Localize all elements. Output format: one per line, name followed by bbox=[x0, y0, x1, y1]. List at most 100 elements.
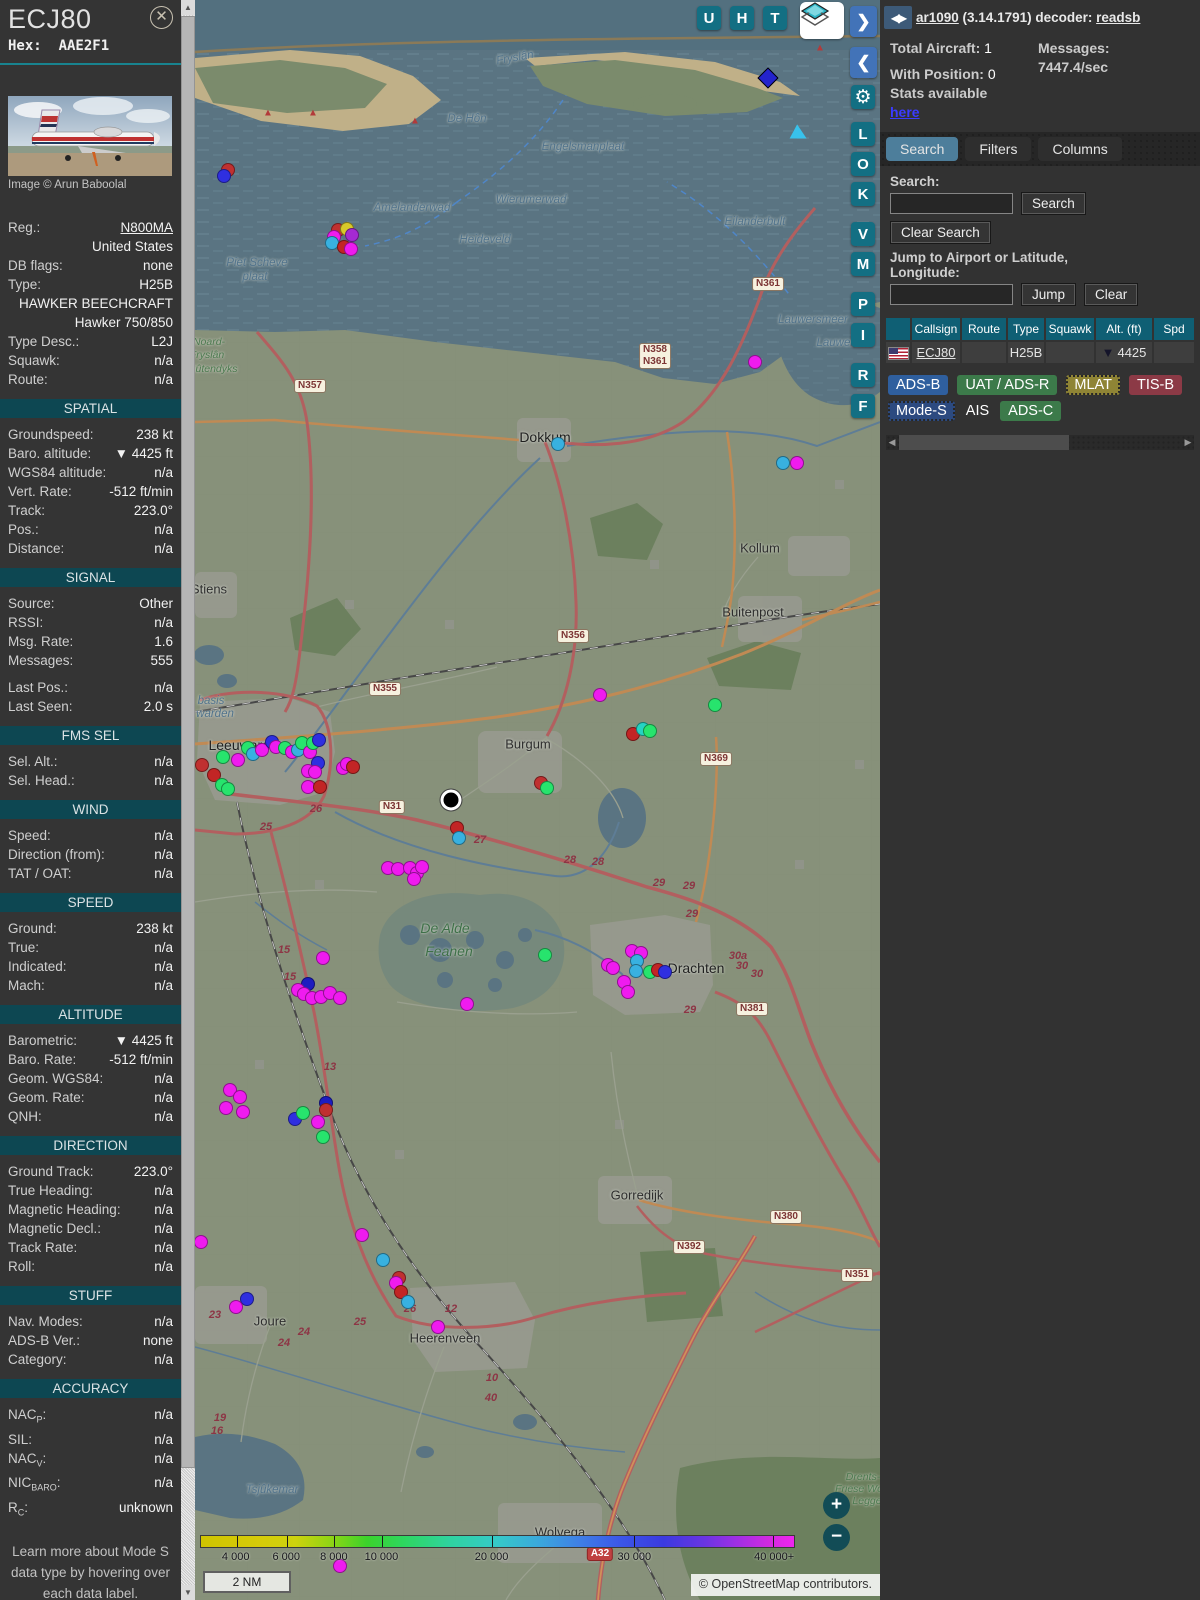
scroll-right-icon[interactable]: ▶ bbox=[1182, 435, 1194, 450]
settings-button[interactable]: ⚙ bbox=[851, 85, 875, 109]
map-button-H[interactable]: H bbox=[730, 6, 754, 30]
aircraft-detail-sidebar: ECJ80 ✕ Hex: AAE2F1 Image © Arun Baboola… bbox=[0, 0, 181, 1600]
map-button-T[interactable]: T bbox=[763, 6, 787, 30]
scroll-up-icon[interactable]: ▲ bbox=[181, 0, 195, 15]
sidebar-scrollbar[interactable]: ▲ ▼ bbox=[181, 0, 195, 1600]
aircraft-dot[interactable] bbox=[460, 997, 474, 1011]
tab-columns[interactable]: Columns bbox=[1038, 137, 1122, 161]
data-row: Last Pos.: n/a bbox=[8, 680, 173, 695]
map-button-P[interactable]: P bbox=[851, 292, 875, 316]
aircraft-dot[interactable] bbox=[452, 831, 466, 845]
zoom-in-button[interactable]: + bbox=[823, 1492, 850, 1519]
column-header-Type[interactable]: Type bbox=[1008, 318, 1044, 340]
registration-link[interactable]: N800MA bbox=[40, 218, 173, 237]
map-button-M[interactable]: M bbox=[851, 252, 875, 276]
aircraft-dot[interactable] bbox=[643, 724, 657, 738]
aircraft-dot[interactable] bbox=[748, 355, 762, 369]
panel-toggle-button[interactable]: ◀▶ bbox=[884, 6, 912, 29]
expand-panel-button[interactable]: ❯ bbox=[850, 6, 877, 37]
osm-link[interactable]: OpenStreetMap bbox=[711, 1577, 799, 1591]
aircraft-dot[interactable] bbox=[229, 1300, 243, 1314]
map-button-F[interactable]: F bbox=[851, 394, 875, 418]
column-header-Route[interactable]: Route bbox=[962, 318, 1006, 340]
data-value: 2.0 s bbox=[143, 699, 173, 714]
aircraft-dot[interactable] bbox=[195, 758, 209, 772]
aircraft-dot[interactable] bbox=[312, 733, 326, 747]
aircraft-dot[interactable] bbox=[401, 1295, 415, 1309]
readsb-link[interactable]: readsb bbox=[1096, 10, 1140, 25]
aircraft-dot[interactable] bbox=[311, 1115, 325, 1129]
jump-input[interactable] bbox=[890, 284, 1013, 305]
map-button-V[interactable]: V bbox=[851, 222, 875, 246]
tab-search[interactable]: Search bbox=[886, 137, 959, 161]
map-button-R[interactable]: R bbox=[851, 363, 875, 387]
aircraft-dot[interactable] bbox=[431, 1320, 445, 1334]
map-button-L[interactable]: L bbox=[851, 122, 875, 146]
aircraft-dot[interactable] bbox=[221, 782, 235, 796]
aircraft-dot[interactable] bbox=[593, 688, 607, 702]
table-row[interactable]: ECJ80 H25B ▼ 4425 bbox=[886, 342, 1194, 364]
aircraft-dot[interactable] bbox=[606, 961, 620, 975]
selected-aircraft-marker[interactable] bbox=[439, 788, 463, 812]
map-canvas[interactable]: Fryslân De Hôn Engelsmanplaat Wierumerwad Am… bbox=[195, 0, 880, 1600]
aircraft-dot[interactable] bbox=[316, 951, 330, 965]
map-button-I[interactable]: I bbox=[851, 323, 875, 347]
aircraft-dot[interactable] bbox=[376, 1253, 390, 1267]
aircraft-dot[interactable] bbox=[790, 456, 804, 470]
search-input[interactable] bbox=[890, 193, 1013, 214]
aircraft-dot[interactable] bbox=[538, 948, 552, 962]
jump-button[interactable]: Jump bbox=[1021, 283, 1077, 306]
aircraft-dot[interactable] bbox=[407, 872, 421, 886]
aircraft-dot[interactable] bbox=[313, 780, 327, 794]
search-button[interactable]: Search bbox=[1021, 192, 1086, 215]
column-header-Callsign[interactable]: Callsign bbox=[912, 318, 960, 340]
aircraft-dot[interactable] bbox=[658, 965, 672, 979]
column-header-Spd[interactable]: Spd bbox=[1154, 318, 1194, 340]
jump-clear-button[interactable]: Clear bbox=[1084, 283, 1139, 306]
zoom-out-button[interactable]: − bbox=[823, 1524, 850, 1551]
column-header-Alt. (ft)[interactable]: Alt. (ft) bbox=[1096, 318, 1152, 340]
column-header-Squawk[interactable]: Squawk bbox=[1046, 318, 1094, 340]
aircraft-dot[interactable] bbox=[344, 242, 358, 256]
close-icon[interactable]: ✕ bbox=[150, 6, 173, 29]
map-button-U[interactable]: U bbox=[697, 6, 721, 30]
table-horizontal-scrollbar[interactable]: ◀ ▶ bbox=[886, 435, 1194, 451]
aircraft-dot[interactable] bbox=[708, 698, 722, 712]
aircraft-dot[interactable] bbox=[551, 437, 565, 451]
aircraft-dot[interactable] bbox=[296, 1106, 310, 1120]
scroll-left-icon[interactable]: ◀ bbox=[886, 435, 898, 450]
aircraft-dot[interactable] bbox=[219, 1101, 233, 1115]
map-button-K[interactable]: K bbox=[851, 182, 875, 206]
collapse-sidebar-button[interactable]: ❮ bbox=[850, 47, 877, 78]
legend-uat-ads-r: UAT / ADS-R bbox=[957, 375, 1058, 396]
hscrollbar-thumb[interactable] bbox=[899, 435, 1069, 451]
aircraft-dot[interactable] bbox=[355, 1228, 369, 1242]
aircraft-dot[interactable] bbox=[540, 781, 554, 795]
stats-here-link[interactable]: here bbox=[890, 104, 920, 120]
aircraft-photo[interactable] bbox=[8, 96, 172, 176]
aircraft-dot[interactable] bbox=[217, 169, 231, 183]
aircraft-dot[interactable] bbox=[236, 1105, 250, 1119]
road-badge: N358 N361 bbox=[639, 343, 671, 369]
aircraft-dot[interactable] bbox=[308, 765, 322, 779]
tab-filters[interactable]: Filters bbox=[965, 137, 1032, 161]
colorbar-tick bbox=[334, 1536, 336, 1547]
tar1090-link[interactable]: ar1090 bbox=[916, 10, 959, 25]
aircraft-dot[interactable] bbox=[629, 964, 643, 978]
callsign-link[interactable]: ECJ80 bbox=[916, 345, 955, 360]
scroll-down-icon[interactable]: ▼ bbox=[181, 1585, 195, 1600]
aircraft-dot[interactable] bbox=[776, 456, 790, 470]
aircraft-dot[interactable] bbox=[233, 1090, 247, 1104]
aircraft-dot[interactable] bbox=[333, 991, 347, 1005]
layers-button[interactable] bbox=[800, 2, 844, 39]
aircraft-dot[interactable] bbox=[231, 753, 245, 767]
aircraft-dot[interactable] bbox=[316, 1130, 330, 1144]
scrollbar-thumb[interactable] bbox=[181, 16, 195, 1468]
column-header-icon[interactable] bbox=[886, 318, 910, 340]
clear-search-button[interactable]: Clear Search bbox=[890, 221, 991, 244]
search-label: Search: bbox=[890, 174, 940, 189]
map-button-O[interactable]: O bbox=[851, 152, 875, 176]
aircraft-dot[interactable] bbox=[216, 750, 230, 764]
aircraft-dot[interactable] bbox=[621, 985, 635, 999]
aircraft-dot[interactable] bbox=[346, 760, 360, 774]
